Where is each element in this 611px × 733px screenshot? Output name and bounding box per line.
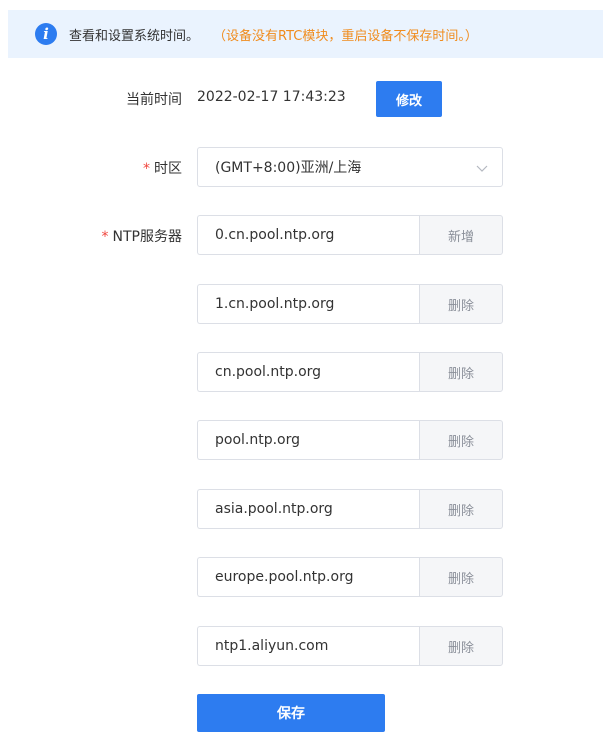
ntp-row: 删除: [197, 420, 503, 460]
timezone-select[interactable]: (GMT+8:00)亚洲/上海: [197, 147, 503, 187]
delete-server-button[interactable]: 删除: [419, 626, 503, 666]
chevron-down-icon: [476, 165, 488, 172]
delete-server-button[interactable]: 删除: [419, 352, 503, 392]
delete-server-button[interactable]: 删除: [419, 284, 503, 324]
ntp-server-input[interactable]: [197, 489, 419, 529]
ntp-label-text: NTP服务器: [112, 229, 182, 245]
ntp-row: 删除: [197, 284, 503, 324]
ntp-row: 新增: [197, 215, 503, 255]
delete-server-button[interactable]: 删除: [419, 557, 503, 597]
info-icon: i: [35, 23, 57, 45]
required-mark: *: [143, 161, 150, 177]
current-time-value: 2022-02-17 17:43:23: [197, 89, 346, 105]
banner-text: 查看和设置系统时间。: [69, 28, 200, 44]
ntp-row: 删除: [197, 489, 503, 529]
ntp-row: 删除: [197, 557, 503, 597]
ntp-label: * NTP服务器: [102, 226, 182, 246]
add-server-button[interactable]: 新增: [419, 215, 503, 255]
ntp-server-input[interactable]: [197, 557, 419, 597]
timezone-label: * 时区: [143, 158, 182, 178]
save-button[interactable]: 保存: [197, 694, 385, 732]
ntp-server-input[interactable]: [197, 215, 419, 255]
ntp-row: 删除: [197, 626, 503, 666]
info-banner: i 查看和设置系统时间。 （设备没有RTC模块，重启设备不保存时间。）: [8, 10, 603, 58]
ntp-server-input[interactable]: [197, 420, 419, 460]
required-mark: *: [101, 229, 109, 245]
timezone-label-text: 时区: [154, 161, 182, 177]
ntp-server-input[interactable]: [197, 284, 419, 324]
timezone-selected-value: (GMT+8:00)亚洲/上海: [215, 160, 362, 176]
edit-time-button[interactable]: 修改: [376, 81, 442, 117]
ntp-server-input[interactable]: [197, 626, 419, 666]
delete-server-button[interactable]: 删除: [419, 489, 503, 529]
delete-server-button[interactable]: 删除: [419, 420, 503, 460]
banner-warning: （设备没有RTC模块，重启设备不保存时间。）: [213, 28, 478, 44]
ntp-server-input[interactable]: [197, 352, 419, 392]
ntp-row: 删除: [197, 352, 503, 392]
current-time-label: 当前时间: [126, 92, 182, 108]
